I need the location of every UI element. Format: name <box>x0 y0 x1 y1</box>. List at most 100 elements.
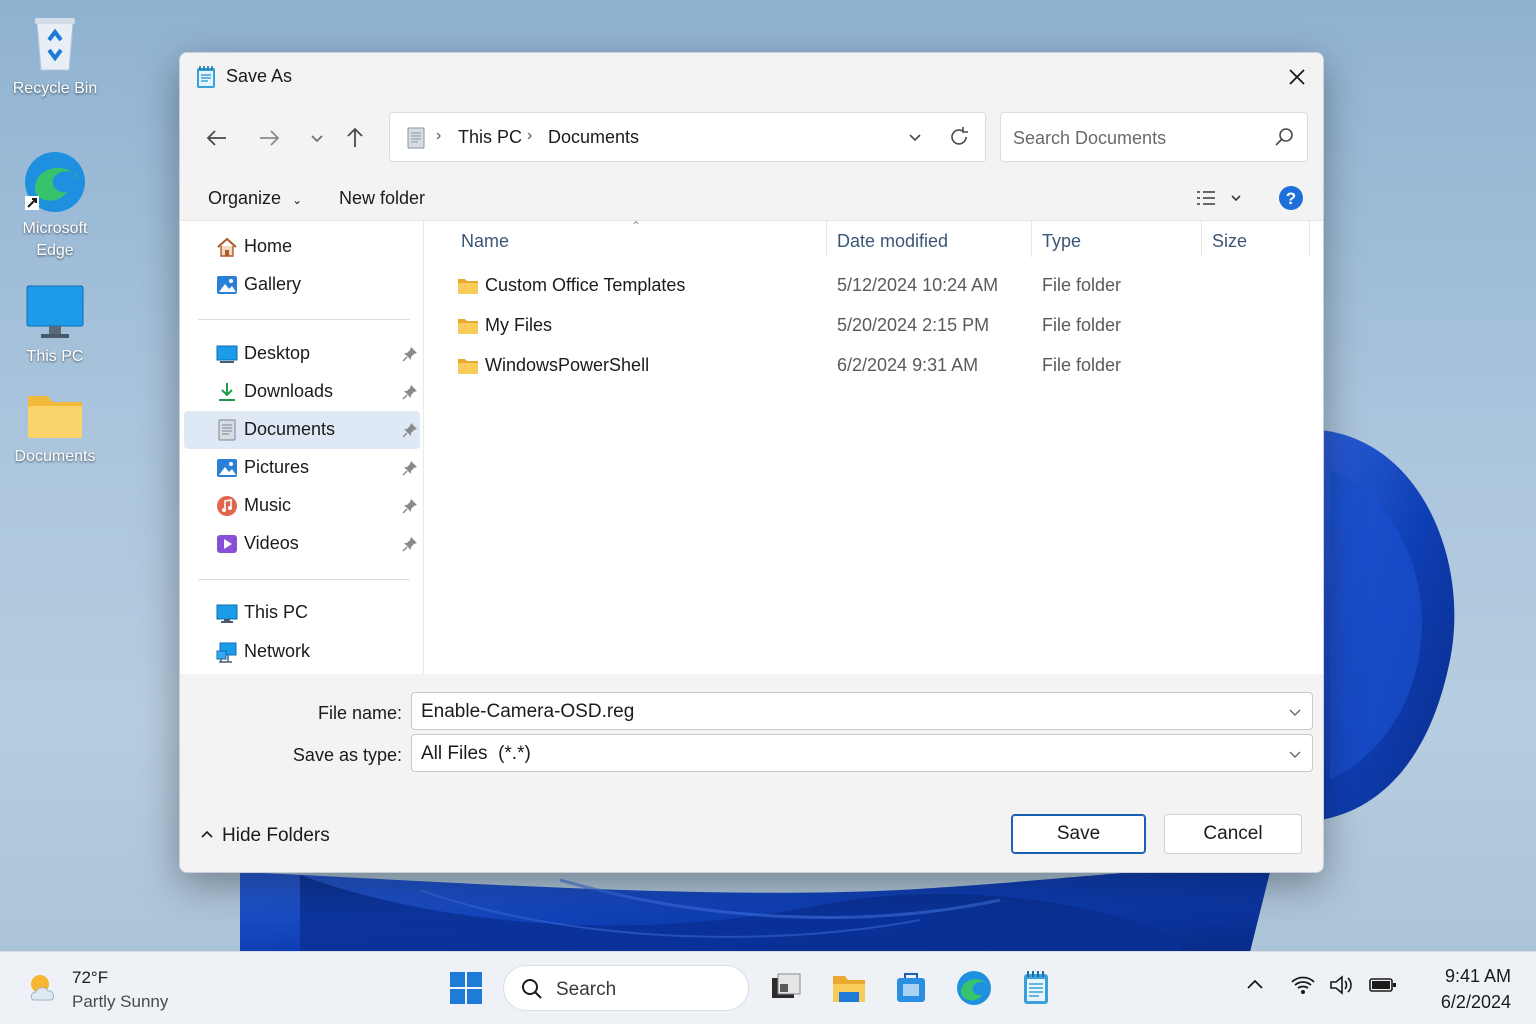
volume-icon[interactable] <box>1329 974 1355 1001</box>
desktop-icon-documents[interactable]: Documents <box>0 390 110 468</box>
hide-folders-toggle[interactable]: Hide Folders <box>200 825 330 847</box>
file-type: File folder <box>1042 275 1122 295</box>
organize-menu[interactable]: Organize ⌄ <box>208 188 302 209</box>
this-pc-icon <box>216 602 238 624</box>
sidebar-item-documents[interactable]: Documents <box>184 411 420 449</box>
column-header-date-modified[interactable]: Date modified <box>837 231 948 252</box>
desktop-icon-edge[interactable]: Microsoft Edge <box>0 150 110 262</box>
breadcrumb-this-pc[interactable]: This PC <box>458 127 522 148</box>
chevron-down-icon: ⌄ <box>292 193 303 207</box>
file-type: File folder <box>1042 355 1122 375</box>
file-date: 5/12/2024 10:24 AM <box>837 275 999 295</box>
sidebar-item-videos[interactable]: Videos <box>184 525 420 563</box>
sidebar-item-this-pc[interactable]: This PC <box>184 594 420 632</box>
column-header-type[interactable]: Type <box>1042 231 1081 252</box>
desktop-icon-this-pc[interactable]: This PC <box>0 284 110 368</box>
clock-time[interactable]: 9:41 AM <box>1445 966 1511 987</box>
view-options-icon[interactable] <box>1194 188 1218 215</box>
title-bar: Save As <box>180 53 1323 101</box>
command-bar: Organize ⌄ New folder ? <box>180 177 1323 221</box>
svg-text:?: ? <box>1286 189 1296 208</box>
start-icon[interactable] <box>446 968 486 1008</box>
microsoft-store-icon[interactable] <box>891 968 931 1008</box>
desktop-icon <box>216 343 238 365</box>
sidebar-item-pictures[interactable]: Pictures <box>184 449 420 487</box>
task-view-icon[interactable] <box>766 968 806 1008</box>
view-chevron-icon[interactable] <box>1228 190 1244 211</box>
clock-date[interactable]: 6/2/2024 <box>1441 992 1511 1013</box>
save-as-dialog: Save As › This PC › Documents Search Doc… <box>179 52 1324 873</box>
forward-arrow-icon[interactable] <box>254 123 284 153</box>
sidebar-item-label: Pictures <box>244 457 310 477</box>
file-name: My Files <box>485 315 552 335</box>
pin-icon <box>402 384 418 400</box>
save-as-type-select[interactable]: All Files (*.*) <box>411 734 1313 772</box>
cancel-button[interactable]: Cancel <box>1164 814 1302 854</box>
pin-icon <box>402 498 418 514</box>
breadcrumb-documents[interactable]: Documents <box>548 127 639 148</box>
file-name: Custom Office Templates <box>485 275 686 295</box>
partly-sunny-icon[interactable] <box>26 970 62 1011</box>
folder-icon <box>26 390 84 442</box>
sidebar-item-label: This PC <box>244 602 309 622</box>
battery-icon[interactable] <box>1368 974 1398 1001</box>
file-name-field[interactable]: Enable-Camera-OSD.reg <box>411 692 1313 730</box>
pin-icon <box>402 536 418 552</box>
gallery-icon <box>216 274 238 296</box>
table-row[interactable]: Custom Office Templates 5/12/2024 10:24 … <box>449 267 1299 305</box>
address-history-chevron-icon[interactable] <box>905 127 925 152</box>
sidebar-item-downloads[interactable]: Downloads <box>184 373 420 411</box>
sidebar-item-music[interactable]: Music <box>184 487 420 525</box>
sidebar-item-label: Desktop <box>244 343 311 363</box>
column-divider <box>1201 221 1202 257</box>
desktop-icon-recycle-bin[interactable]: Recycle Bin <box>0 12 110 100</box>
edge-taskbar-icon[interactable] <box>954 968 994 1008</box>
column-header-name[interactable]: Name <box>461 231 509 252</box>
notepad-icon <box>196 65 216 94</box>
sidebar-item-label: Documents <box>244 419 336 439</box>
refresh-icon[interactable] <box>947 125 971 154</box>
sort-ascending-icon: ⌃ <box>631 219 642 233</box>
notepad-taskbar-icon[interactable] <box>1016 968 1056 1008</box>
table-row[interactable]: WindowsPowerShell 6/2/2024 9:31 AM File … <box>449 347 1299 385</box>
close-icon[interactable] <box>1283 63 1311 91</box>
sidebar-item-desktop[interactable]: Desktop <box>184 335 420 373</box>
recent-locations-chevron-icon[interactable] <box>302 123 332 153</box>
back-arrow-icon[interactable] <box>202 123 232 153</box>
address-bar[interactable]: › This PC › Documents <box>389 112 986 162</box>
show-hidden-icons-chevron[interactable] <box>1244 974 1266 1001</box>
videos-icon <box>216 533 238 555</box>
new-folder-button[interactable]: New folder <box>339 188 425 209</box>
network-icon <box>216 641 238 663</box>
table-row[interactable]: My Files 5/20/2024 2:15 PM File folder <box>449 307 1299 345</box>
up-arrow-icon[interactable] <box>340 123 370 153</box>
sidebar-item-network[interactable]: Network <box>184 633 420 671</box>
sidebar-item-gallery[interactable]: Gallery <box>184 266 420 304</box>
save-button[interactable]: Save <box>1011 814 1146 854</box>
home-icon <box>216 236 238 258</box>
search-icon <box>520 977 544 1006</box>
weather-description[interactable]: Partly Sunny <box>72 992 168 1012</box>
pictures-icon <box>216 457 238 479</box>
pin-icon <box>402 346 418 362</box>
search-input[interactable] <box>1013 125 1263 151</box>
taskbar-search[interactable]: Search <box>503 965 749 1011</box>
wifi-icon[interactable] <box>1290 974 1316 1001</box>
column-header-size[interactable]: Size <box>1212 231 1247 252</box>
sidebar-item-home[interactable]: Home <box>184 228 420 266</box>
divider <box>198 319 410 320</box>
weather-temperature[interactable]: 72°F <box>72 968 108 988</box>
search-icon[interactable] <box>1273 126 1295 153</box>
navigation-pane: Home Gallery Desktop Downloads Documents… <box>180 221 424 674</box>
help-icon[interactable]: ? <box>1278 185 1304 216</box>
file-name: WindowsPowerShell <box>485 355 650 375</box>
search-box[interactable] <box>1000 112 1308 162</box>
downloads-icon <box>216 381 238 403</box>
column-divider <box>826 221 827 257</box>
folder-icon <box>457 277 479 300</box>
chevron-down-icon[interactable] <box>1288 705 1302 724</box>
file-explorer-icon[interactable] <box>829 968 869 1008</box>
hide-folders-label: Hide Folders <box>222 825 330 847</box>
chevron-down-icon[interactable] <box>1288 747 1302 766</box>
file-date: 6/2/2024 9:31 AM <box>837 355 979 375</box>
